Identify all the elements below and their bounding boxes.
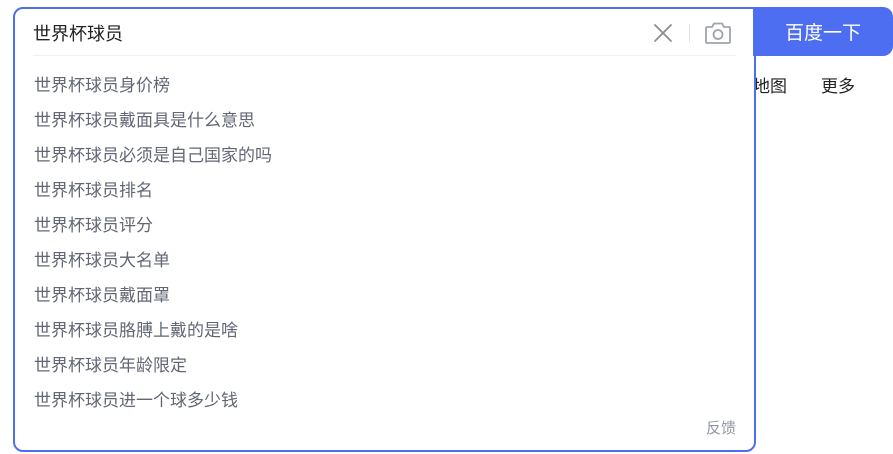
suggestion-item[interactable]: 世界杯球员胳膊上戴的是啥: [15, 314, 754, 349]
suggestion-text: 评分: [119, 216, 153, 236]
suggestion-item[interactable]: 世界杯球员评分: [15, 209, 754, 244]
suggestion-text: 戴面罩: [119, 286, 170, 306]
suggestion-item[interactable]: 世界杯球员戴面具是什么意思: [15, 104, 754, 139]
suggestion-item[interactable]: 世界杯球员大名单: [15, 244, 754, 279]
suggestion-text: 大名单: [119, 251, 170, 271]
suggestion-prefix: 世界杯球员: [34, 76, 119, 96]
search-button[interactable]: 百度一下: [753, 7, 893, 56]
suggestion-text: 身价榜: [119, 76, 170, 96]
close-icon[interactable]: [652, 22, 674, 44]
nav-map-link[interactable]: 地图: [753, 72, 787, 97]
camera-icon[interactable]: [704, 20, 732, 46]
suggestion-text: 戴面具是什么意思: [119, 111, 255, 131]
suggestion-prefix: 世界杯球员: [34, 111, 119, 131]
feedback-link[interactable]: 反馈: [706, 417, 736, 438]
suggestion-list: 世界杯球员身价榜 世界杯球员戴面具是什么意思 世界杯球员必须是自己国家的吗 世界…: [15, 69, 754, 419]
suggestion-item[interactable]: 世界杯球员必须是自己国家的吗: [15, 139, 754, 174]
suggestion-text: 胳膊上戴的是啥: [119, 321, 238, 341]
nav-more-link[interactable]: 更多: [821, 72, 855, 97]
search-input[interactable]: [33, 19, 633, 47]
search-panel: 世界杯球员身价榜 世界杯球员戴面具是什么意思 世界杯球员必须是自己国家的吗 世界…: [13, 7, 756, 452]
suggestion-prefix: 世界杯球员: [34, 146, 119, 166]
suggestion-text: 必须是自己国家的吗: [119, 146, 272, 166]
suggestion-prefix: 世界杯球员: [34, 251, 119, 271]
suggestion-prefix: 世界杯球员: [34, 391, 119, 411]
suggestion-item[interactable]: 世界杯球员年龄限定: [15, 349, 754, 384]
suggestion-item[interactable]: 世界杯球员进一个球多少钱: [15, 384, 754, 419]
page: 地图 更多 世界杯球员身价榜 世界杯球员戴面具是什么意思 世界杯球员必须是自己国…: [0, 0, 893, 454]
suggestion-item[interactable]: 世界杯球员身价榜: [15, 69, 754, 104]
input-divider: [689, 24, 690, 42]
suggestion-prefix: 世界杯球员: [34, 286, 119, 306]
suggestion-text: 进一个球多少钱: [119, 391, 238, 411]
suggestion-text: 年龄限定: [119, 356, 187, 376]
input-separator: [33, 55, 736, 56]
search-input-row: [15, 9, 754, 56]
suggestion-prefix: 世界杯球员: [34, 356, 119, 376]
suggestion-prefix: 世界杯球员: [34, 181, 119, 201]
suggestion-text: 排名: [119, 181, 153, 201]
suggestion-prefix: 世界杯球员: [34, 321, 119, 341]
top-nav: 地图 更多: [745, 72, 855, 97]
suggestion-item[interactable]: 世界杯球员戴面罩: [15, 279, 754, 314]
suggestion-item[interactable]: 世界杯球员排名: [15, 174, 754, 209]
suggestion-prefix: 世界杯球员: [34, 216, 119, 236]
